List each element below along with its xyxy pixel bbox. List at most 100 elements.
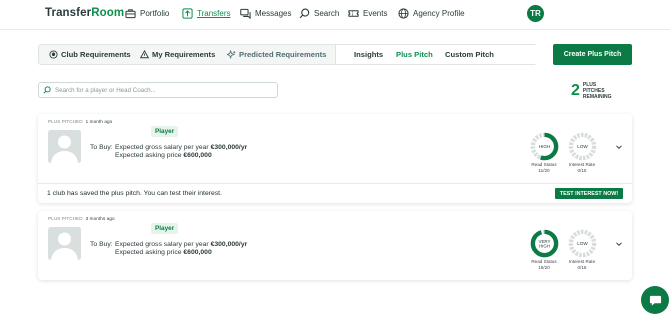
person-silhouette-icon [48, 130, 81, 163]
tab-insights-label: Insights [354, 50, 384, 59]
pitched-ago: 3 months ago [85, 216, 115, 221]
player-photo-placeholder [48, 227, 81, 260]
transfer-icon [182, 8, 193, 19]
tab-predicted-requirements[interactable]: Predicted Requirements [227, 50, 326, 59]
salary-value: €300,000/yr [210, 241, 248, 248]
nav-transfers-label: Transfers [197, 9, 231, 18]
read-status-level: HIGH [538, 144, 550, 149]
live-chat-button[interactable] [641, 286, 669, 314]
nav-transfers[interactable]: Transfers [182, 8, 231, 19]
nav-search-label: Search [314, 9, 340, 18]
top-navigation: TransferRoom Portfolio Transfers Message… [0, 0, 670, 30]
tab-plus-pitch-label: Plus Pitch [396, 50, 433, 59]
interest-rate-ring: LOW [568, 229, 596, 258]
chat-icon [240, 8, 251, 19]
pitched-ago: 1 month ago [85, 119, 113, 124]
requirements-tab-group: Club Requirements My Requirements Predic… [39, 45, 334, 64]
chevron-down-icon[interactable] [615, 143, 623, 151]
role-badge: Player [151, 223, 179, 234]
search-icon [299, 8, 310, 19]
price-value: €600,000 [183, 249, 212, 256]
ticket-icon [348, 10, 359, 17]
requirements-tab-bar: Club Requirements My Requirements Predic… [38, 44, 537, 65]
logo-text-room: Room [91, 7, 125, 19]
pitches-remaining-count: 2 [571, 82, 580, 99]
pitch-details: Expected gross salary per year €300,000/… [115, 241, 247, 257]
search-input[interactable] [55, 86, 270, 94]
user-avatar[interactable]: TR [527, 5, 544, 22]
interest-rate-value: 0/15 [577, 168, 587, 173]
interest-rate-level: LOW [577, 144, 588, 149]
to-buy-label: To Buy: [90, 241, 113, 248]
read-status-ring: VERY HIGH [530, 229, 558, 258]
price-line: Expected asking price €600,000 [115, 152, 247, 160]
tab-custom-pitch-label: Custom Pitch [445, 50, 494, 59]
tab-plus-pitch[interactable]: Plus Pitch [396, 50, 433, 59]
create-plus-pitch-button[interactable]: Create Plus Pitch [553, 44, 632, 65]
nav-messages-label: Messages [255, 9, 292, 18]
nav-agency-profile-label: Agency Profile [413, 9, 465, 18]
player-photo-placeholder [48, 130, 81, 163]
sparkle-icon [227, 50, 236, 59]
interest-rate-level: LOW [577, 241, 588, 246]
interest-rate-ring: LOW [568, 132, 596, 161]
globe-icon [398, 8, 409, 19]
nav-portfolio-label: Portfolio [140, 9, 170, 18]
pitch-details: Expected gross salary per year €300,000/… [115, 144, 247, 160]
search-box [38, 82, 278, 98]
pitch-tab-group: Insights Plus Pitch Custom Pitch [335, 45, 537, 64]
nav-portfolio[interactable]: Portfolio [125, 8, 169, 19]
pitches-remaining: 2 PLUS PITCHES REMAINING [571, 82, 617, 100]
price-value: €600,000 [183, 152, 212, 159]
pitched-info: PLUS PITCHED 1 month ago [48, 119, 112, 124]
shield-icon [49, 50, 58, 59]
nav-events[interactable]: Events [348, 8, 387, 19]
read-status-gauge: HIGH Read Status 11/20 [528, 131, 560, 174]
read-status-gauge: VERY HIGH Read Status 19/20 [528, 228, 560, 271]
logo[interactable]: TransferRoom [45, 7, 124, 19]
tab-club-requirements[interactable]: Club Requirements [49, 50, 131, 59]
saved-info-text: 1 club has saved the plus pitch. You can… [47, 190, 222, 197]
briefcase-icon [125, 9, 136, 19]
salary-prefix: Expected gross salary per year [115, 241, 211, 248]
salary-prefix: Expected gross salary per year [115, 144, 211, 151]
read-status-level-line2: HIGH [538, 244, 549, 249]
salary-value: €300,000/yr [210, 144, 248, 151]
read-status-ring: HIGH [530, 132, 558, 161]
pitch-card: PLUS PITCHED 1 month ago Player To Buy: E… [38, 114, 632, 203]
interest-rate-value: 0/18 [577, 265, 587, 270]
test-interest-button[interactable]: TEST INTEREST NOW! [555, 188, 623, 199]
price-prefix: Expected asking price [115, 249, 184, 256]
tab-club-requirements-label: Club Requirements [61, 50, 131, 59]
pitch-card: PLUS PITCHED 3 months ago Player To Buy: … [38, 211, 632, 280]
tab-my-requirements[interactable]: My Requirements [140, 50, 215, 59]
price-line: Expected asking price €600,000 [115, 249, 247, 257]
pitched-info: PLUS PITCHED 3 months ago [48, 216, 115, 221]
pitched-label: PLUS PITCHED [48, 119, 83, 124]
interest-rate-gauge: LOW Interest Rate 0/18 [566, 228, 598, 271]
salary-line: Expected gross salary per year €300,000/… [115, 144, 247, 152]
pitches-remaining-label: PLUS PITCHES REMAINING [582, 82, 612, 100]
nav-messages[interactable]: Messages [240, 8, 291, 19]
tab-my-requirements-label: My Requirements [152, 50, 216, 59]
chevron-down-icon[interactable] [615, 240, 623, 248]
tab-custom-pitch[interactable]: Custom Pitch [445, 50, 494, 59]
pitch-stats: HIGH Read Status 11/20 LOW Interest Rate… [528, 131, 600, 175]
chat-bubble-icon [649, 295, 661, 306]
role-badge: Player [151, 126, 179, 137]
read-status-value: 11/20 [538, 168, 550, 173]
nav-agency-profile[interactable]: Agency Profile [398, 8, 465, 19]
price-prefix: Expected asking price [115, 152, 184, 159]
card-footer: 1 club has saved the plus pitch. You can… [38, 183, 632, 203]
pitched-label: PLUS PITCHED [48, 216, 83, 221]
tab-predicted-requirements-label: Predicted Requirements [239, 50, 327, 59]
to-buy-label: To Buy: [90, 144, 113, 151]
read-status-value: 19/20 [538, 265, 550, 270]
search-icon [43, 86, 51, 94]
salary-line: Expected gross salary per year €300,000/… [115, 241, 247, 249]
nav-search[interactable]: Search [299, 8, 339, 19]
pitch-stats: VERY HIGH Read Status 19/20 LOW Interest… [528, 228, 600, 272]
person-silhouette-icon [48, 227, 81, 260]
triangle-alert-icon [140, 50, 149, 59]
tab-insights[interactable]: Insights [354, 50, 383, 59]
